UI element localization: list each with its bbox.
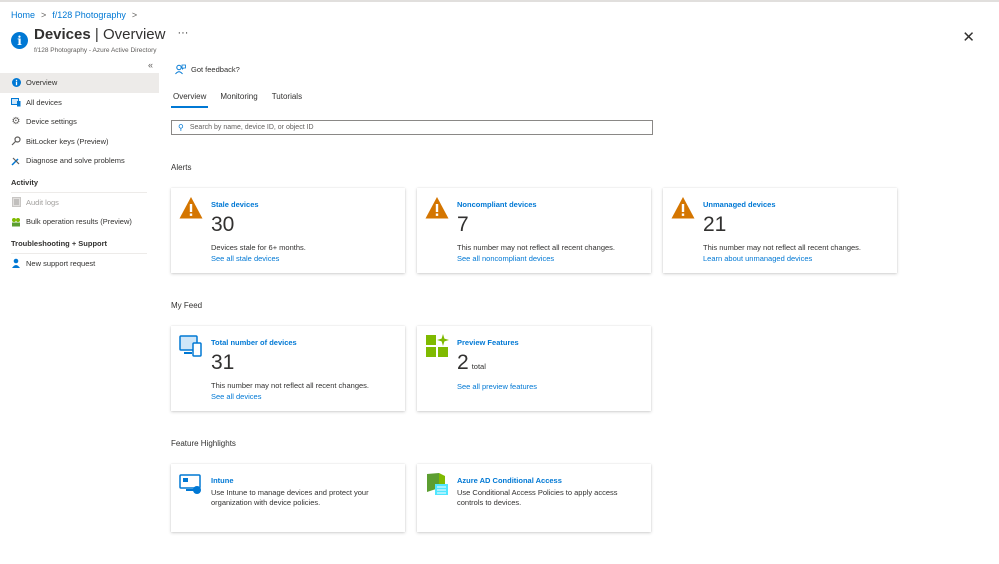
alert-card-unmanaged-devices: Unmanaged devices 21 This number may not… xyxy=(663,188,897,273)
card-unit: total xyxy=(471,362,486,371)
feed-card-total-devices: Total number of devices 31 This number m… xyxy=(171,326,405,411)
card-description: Use Intune to manage devices and protect… xyxy=(211,488,369,507)
tab-monitoring[interactable]: Monitoring xyxy=(218,91,259,108)
highlight-card-intune: Intune Use Intune to manage devices and … xyxy=(171,464,405,532)
sidebar-item-label: Bulk operation results (Preview) xyxy=(26,217,132,227)
warning-icon xyxy=(179,197,203,219)
card-link[interactable]: See all devices xyxy=(211,392,261,401)
card-description: This number may not reflect all recent c… xyxy=(457,243,615,252)
sidebar-item-label: Diagnose and solve problems xyxy=(26,156,125,166)
breadcrumb-home-link[interactable]: Home xyxy=(11,10,35,20)
warning-icon xyxy=(671,197,695,219)
page-subtitle: f/128 Photography - Azure Active Directo… xyxy=(34,47,157,54)
card-title[interactable]: Unmanaged devices xyxy=(703,200,776,209)
tab-overview[interactable]: Overview xyxy=(171,91,209,108)
info-icon: i xyxy=(11,32,28,49)
card-title[interactable]: Preview Features xyxy=(457,338,519,347)
search-input[interactable]: ⚲ Search by name, device ID, or object I… xyxy=(171,120,653,135)
card-description: Devices stale for 6+ months. xyxy=(211,243,306,252)
conditional-access-icon xyxy=(427,473,448,495)
card-description: This number may not reflect all recent c… xyxy=(703,243,861,252)
card-title[interactable]: Total number of devices xyxy=(211,338,297,347)
key-icon xyxy=(11,136,21,146)
collapse-sidebar-button[interactable]: « xyxy=(148,60,153,70)
sidebar-section-troubleshooting: Troubleshooting + Support xyxy=(11,239,108,248)
sidebar-item-diagnose[interactable]: Diagnose and solve problems xyxy=(0,151,159,171)
preview-features-icon xyxy=(426,334,449,357)
search-placeholder: Search by name, device ID, or object ID xyxy=(189,124,314,131)
sidebar-item-overview[interactable]: Overview xyxy=(0,73,159,93)
feedback-icon xyxy=(175,64,186,75)
card-value: 31 xyxy=(211,351,235,374)
card-value: 21 xyxy=(703,213,727,236)
alert-card-noncompliant-devices: Noncompliant devices 7 This number may n… xyxy=(417,188,651,273)
card-link[interactable]: See all stale devices xyxy=(211,254,279,263)
devices-icon xyxy=(11,97,21,107)
chevron-right-icon: > xyxy=(41,10,47,20)
person-icon xyxy=(11,258,21,269)
top-border xyxy=(0,0,999,2)
sidebar-item-new-support-request[interactable]: New support request xyxy=(0,254,159,274)
search-icon: ⚲ xyxy=(178,123,184,132)
sidebar-item-bitlocker-keys[interactable]: BitLocker keys (Preview) xyxy=(0,132,159,152)
card-title[interactable]: Intune xyxy=(211,476,234,485)
highlight-card-conditional-access: Azure AD Conditional Access Use Conditio… xyxy=(417,464,651,532)
my-feed-section-title: My Feed xyxy=(171,301,203,310)
tab-tutorials[interactable]: Tutorials xyxy=(270,91,304,108)
feedback-label: Got feedback? xyxy=(191,65,240,74)
feature-highlights-section-title: Feature Highlights xyxy=(171,439,236,448)
card-description: This number may not reflect all recent c… xyxy=(211,381,369,390)
breadcrumb: Home > f/128 Photography > xyxy=(11,10,137,20)
more-options-button[interactable]: ··· xyxy=(177,27,188,39)
sidebar-item-audit-logs[interactable]: Audit logs xyxy=(0,193,159,213)
breadcrumb-org-link[interactable]: f/128 Photography xyxy=(52,10,126,20)
feedback-button[interactable]: Got feedback? xyxy=(175,64,240,75)
card-link[interactable]: See all preview features xyxy=(457,382,537,391)
card-value: 30 xyxy=(211,213,235,236)
sidebar-item-label: All devices xyxy=(26,97,62,107)
gear-icon: ⚙ xyxy=(11,116,21,128)
sidebar-item-device-settings[interactable]: ⚙ Device settings xyxy=(0,112,159,132)
intune-icon xyxy=(179,474,201,494)
close-button[interactable]: ✕ xyxy=(962,28,975,46)
alerts-section-title: Alerts xyxy=(171,163,192,172)
card-description: Use Conditional Access Policies to apply… xyxy=(457,488,618,507)
devices-icon xyxy=(179,335,202,357)
sidebar-item-label: New support request xyxy=(26,258,96,268)
feed-card-preview-features: Preview Features 2 total See all preview … xyxy=(417,326,651,411)
sidebar-item-label: Overview xyxy=(26,78,58,88)
page-header: i Devices | Overview f/128 Photography -… xyxy=(11,27,188,54)
warning-icon xyxy=(425,197,449,219)
sidebar-item-label: BitLocker keys (Preview) xyxy=(26,136,109,146)
card-link[interactable]: See all noncompliant devices xyxy=(457,254,554,263)
card-title[interactable]: Stale devices xyxy=(211,200,259,209)
card-title[interactable]: Azure AD Conditional Access xyxy=(457,476,562,485)
card-link[interactable]: Learn about unmanaged devices xyxy=(703,254,812,263)
sidebar-section-activity: Activity xyxy=(11,178,39,187)
wrench-icon xyxy=(11,156,21,166)
audit-logs-icon xyxy=(11,197,21,208)
sidebar: « Overview All devices ⚙ Device settings… xyxy=(0,60,159,273)
info-icon xyxy=(11,78,21,88)
tab-bar: Overview Monitoring Tutorials xyxy=(171,91,314,108)
card-title[interactable]: Noncompliant devices xyxy=(457,200,537,209)
card-value: 2 total xyxy=(457,351,486,374)
page-title: Devices | Overview xyxy=(34,26,166,43)
sidebar-item-label: Audit logs xyxy=(26,197,59,207)
sidebar-item-bulk-operation-results[interactable]: Bulk operation results (Preview) xyxy=(0,212,159,232)
chevron-right-icon: > xyxy=(131,10,138,20)
sidebar-item-all-devices[interactable]: All devices xyxy=(0,93,159,113)
sidebar-item-label: Device settings xyxy=(26,117,77,127)
bulk-operations-icon xyxy=(11,217,21,227)
card-value: 7 xyxy=(457,213,469,236)
alert-card-stale-devices: Stale devices 30 Devices stale for 6+ mo… xyxy=(171,188,405,273)
